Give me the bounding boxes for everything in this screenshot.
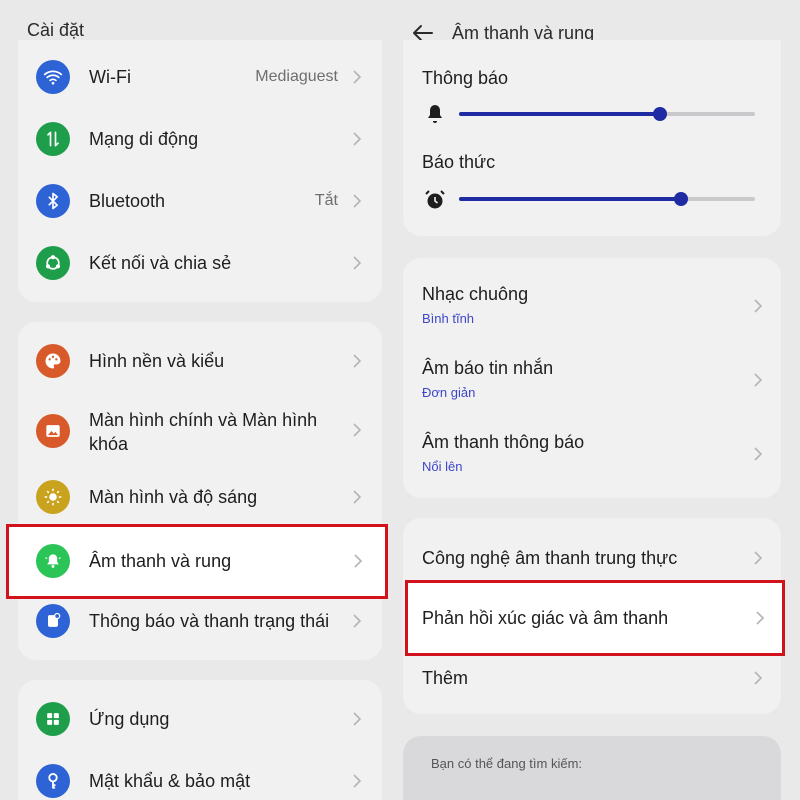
share-icon — [36, 246, 70, 280]
chevron-right-icon — [353, 490, 362, 504]
chevron-right-icon — [353, 774, 362, 788]
chevron-right-icon — [754, 299, 763, 313]
image-icon — [36, 414, 70, 448]
settings-item-bluetooth[interactable]: Bluetooth Tắt — [18, 184, 382, 218]
chevron-right-icon — [353, 712, 362, 726]
notification-sound-label: Âm thanh thông báo — [422, 432, 585, 452]
search-suggestions-card: Bạn có thể đang tìm kiếm: — [403, 736, 781, 800]
slider-fill — [459, 112, 661, 116]
search-suggestion-hint: Bạn có thể đang tìm kiếm: — [431, 756, 583, 771]
settings-panel: Cài đặt Wi-Fi Mediaguest Mạng di động Bl… — [0, 0, 400, 800]
bluetooth-status-value: Tắt — [314, 192, 338, 209]
settings-item-label: Bluetooth — [89, 191, 166, 211]
settings-item-label: Hình nền và kiểu — [89, 351, 225, 371]
chevron-right-icon — [754, 373, 763, 387]
settings-item-notification-status-bar[interactable]: Thông báo và thanh trạng thái — [18, 604, 382, 638]
slider-fill — [459, 197, 681, 201]
settings-item-wifi[interactable]: Wi-Fi Mediaguest — [18, 60, 382, 94]
slider-knob[interactable] — [653, 107, 668, 121]
true-sound-technology-item[interactable]: Công nghệ âm thanh trung thực — [403, 546, 781, 570]
slider-knob[interactable] — [674, 192, 688, 206]
ringtone-label: Nhạc chuông — [422, 284, 529, 304]
bell-icon — [428, 105, 442, 123]
mobile-data-icon — [36, 122, 70, 156]
settings-item-apps[interactable]: Ứng dụng — [18, 702, 382, 736]
ringtone-value: Bình tĩnh — [422, 311, 475, 326]
chevron-right-icon — [754, 671, 763, 685]
chevron-right-icon — [353, 194, 362, 208]
settings-item-wallpaper-style[interactable]: Hình nền và kiểu — [18, 344, 382, 378]
alarm-volume-slider[interactable] — [459, 192, 755, 206]
settings-item-label-line2: khóa — [89, 434, 129, 454]
settings-item-label: Thông báo và thanh trạng thái — [89, 611, 330, 631]
chevron-right-icon — [756, 611, 765, 625]
chevron-right-icon — [353, 354, 362, 368]
connectivity-card: Wi-Fi Mediaguest Mạng di động Bluetooth … — [18, 40, 382, 302]
display-card: Hình nền và kiểu Màn hình chính và Màn h… — [18, 322, 382, 660]
settings-item-label: Mạng di động — [89, 129, 199, 149]
wifi-icon — [36, 60, 70, 94]
settings-item-password-security[interactable]: Mật khẩu & bảo mật — [18, 764, 382, 798]
chevron-right-icon — [353, 132, 362, 146]
settings-item-display-brightness[interactable]: Màn hình và độ sáng — [18, 480, 382, 514]
apps-icon — [36, 702, 70, 736]
volume-label: Báo thức — [422, 152, 496, 172]
more-item[interactable]: Thêm — [403, 666, 781, 690]
settings-item-label: Ứng dụng — [89, 709, 170, 729]
tones-card: Nhạc chuông Bình tĩnh Âm báo tin nhắn Đơ… — [403, 258, 781, 498]
volume-card: Thông báo Báo thức — [403, 40, 781, 236]
notification-sound-item[interactable]: Âm thanh thông báo Nổi lên — [403, 430, 781, 478]
message-tone-item[interactable]: Âm báo tin nhắn Đơn giản — [403, 356, 781, 404]
haptic-feedback-sound-item[interactable]: Phản hồi xúc giác và âm thanh — [405, 580, 785, 656]
chevron-right-icon — [353, 256, 362, 270]
notification-icon — [36, 604, 70, 638]
volume-label: Thông báo — [422, 68, 509, 88]
settings-item-connection-sharing[interactable]: Kết nối và chia sẻ — [18, 246, 382, 280]
settings-item-sound-vibration[interactable]: Âm thanh và rung — [6, 524, 388, 599]
chevron-right-icon — [354, 554, 363, 568]
message-tone-label: Âm báo tin nhắn — [422, 358, 554, 378]
palette-icon — [36, 344, 70, 378]
bluetooth-icon — [36, 184, 70, 218]
message-tone-value: Đơn giản — [422, 385, 476, 400]
notification-sound-value: Nổi lên — [422, 459, 463, 474]
chevron-right-icon — [754, 551, 763, 565]
settings-item-label: Mật khẩu & bảo mật — [89, 771, 251, 791]
apps-security-card: Ứng dụng Mật khẩu & bảo mật — [18, 680, 382, 800]
settings-item-mobile-data[interactable]: Mạng di động — [18, 122, 382, 156]
chevron-right-icon — [353, 614, 362, 628]
page-title: Cài đặt — [27, 20, 85, 40]
brightness-icon — [36, 480, 70, 514]
settings-item-home-lock-screen[interactable]: Màn hình chính và Màn hình khóa — [18, 408, 382, 458]
more-label: Thêm — [422, 668, 469, 688]
bell-icon — [36, 544, 70, 578]
alarm-icon — [425, 190, 445, 209]
settings-item-label: Màn hình và độ sáng — [89, 487, 258, 507]
chevron-right-icon — [353, 423, 362, 437]
key-icon — [36, 764, 70, 798]
true-sound-technology-label: Công nghệ âm thanh trung thực — [422, 548, 678, 568]
ringtone-item[interactable]: Nhạc chuông Bình tĩnh — [403, 282, 781, 330]
chevron-right-icon — [754, 447, 763, 461]
notification-volume-slider[interactable] — [459, 107, 755, 121]
settings-item-label: Wi-Fi — [89, 67, 131, 87]
chevron-right-icon — [353, 70, 362, 84]
settings-item-label: Kết nối và chia sẻ — [89, 253, 232, 273]
settings-item-label: Màn hình chính và Màn hình — [89, 410, 318, 430]
settings-item-label: Âm thanh và rung — [89, 551, 232, 571]
haptic-feedback-label: Phản hồi xúc giác và âm thanh — [422, 608, 669, 628]
wifi-network-value: Mediaguest — [255, 68, 338, 85]
